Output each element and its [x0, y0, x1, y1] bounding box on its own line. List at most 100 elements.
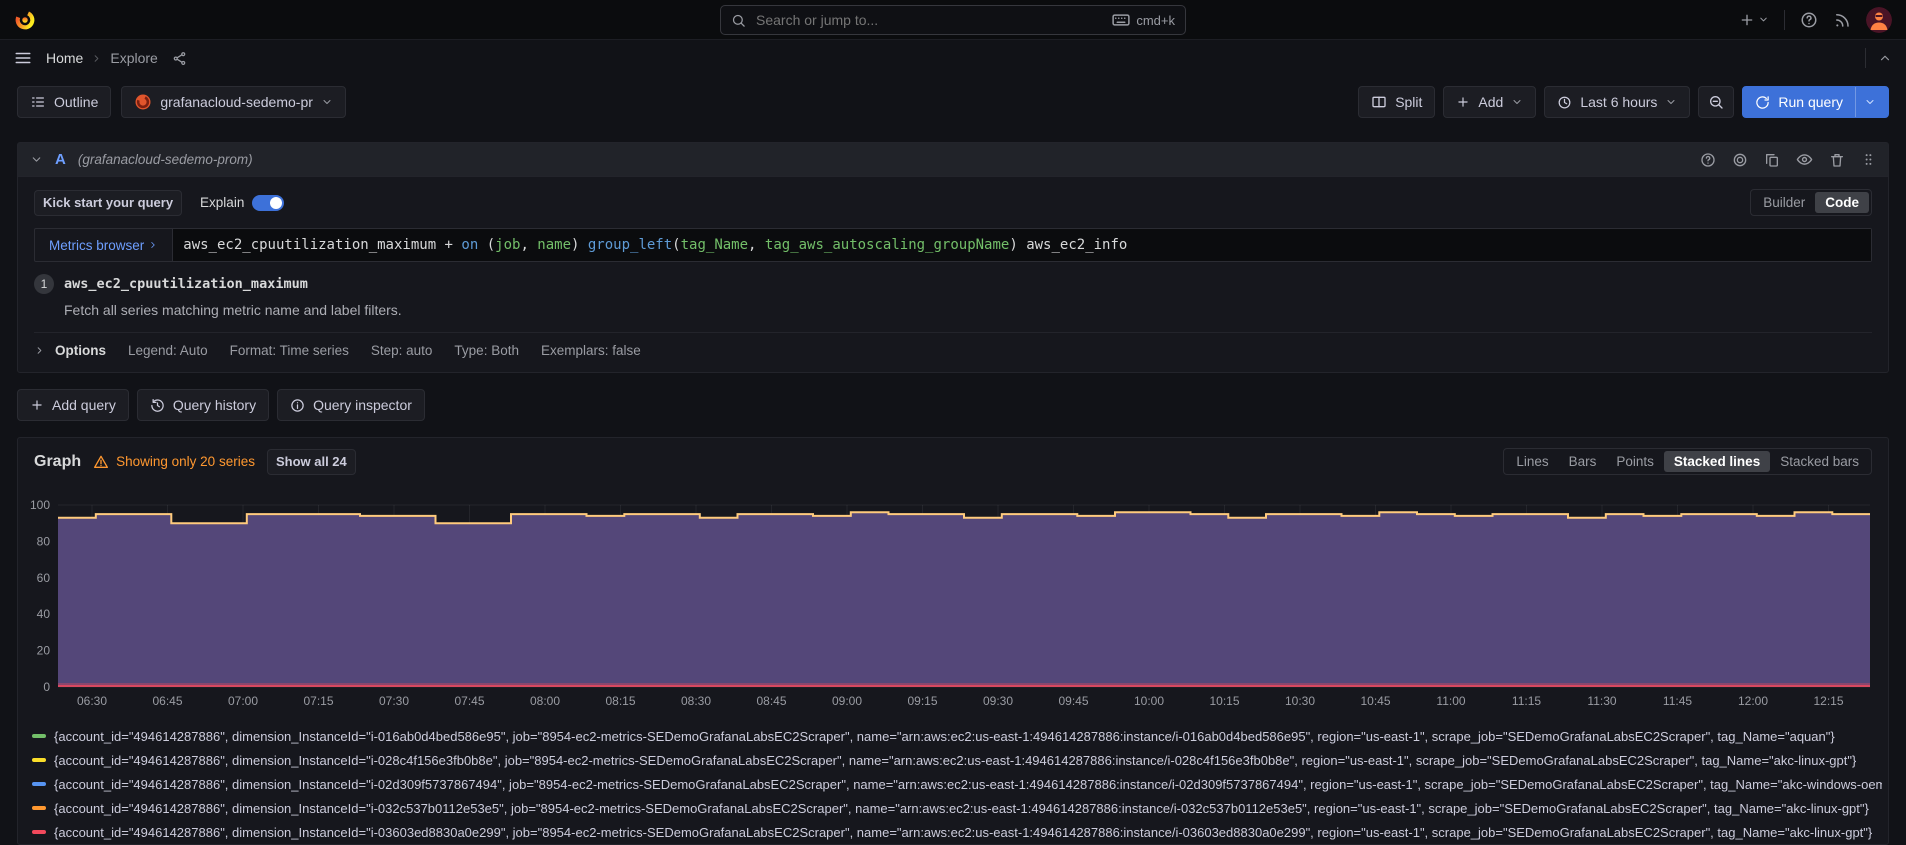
share-icon[interactable]: [172, 51, 187, 66]
collapse-chevron-icon[interactable]: [30, 153, 43, 166]
query-row-header[interactable]: A (grafanacloud-sedemo-prom): [18, 143, 1888, 177]
disable-query-icon[interactable]: [1732, 152, 1748, 168]
clock-icon: [1557, 95, 1572, 110]
graph-panel: Graph Showing only 20 series Show all 24…: [17, 437, 1889, 845]
chevron-down-icon: [1511, 96, 1523, 108]
run-query-dropdown[interactable]: [1855, 87, 1876, 117]
legend-row[interactable]: {account_id="494614287886", dimension_In…: [32, 748, 1882, 772]
x-tick-label: 12:15: [1813, 694, 1843, 708]
x-tick-label: 07:30: [379, 694, 409, 708]
x-tick-label: 08:15: [605, 694, 635, 708]
show-all-series-button[interactable]: Show all 24: [267, 449, 356, 475]
split-button[interactable]: Split: [1358, 86, 1435, 118]
x-tick-label: 09:00: [832, 694, 862, 708]
query-history-button[interactable]: Query history: [137, 389, 269, 421]
chevron-right-icon: [148, 240, 158, 250]
series-label: {account_id="494614287886", dimension_In…: [54, 777, 1882, 792]
mode-stacked-lines[interactable]: Stacked lines: [1664, 451, 1770, 472]
expression-token: (: [478, 237, 495, 253]
x-tick-label: 08:45: [756, 694, 786, 708]
run-query-button[interactable]: Run query: [1742, 86, 1889, 118]
mega-menu-icon[interactable]: [14, 49, 32, 67]
legend-row[interactable]: {account_id="494614287886", dimension_In…: [32, 820, 1882, 844]
datasource-picker[interactable]: grafanacloud-sedemo-pr: [121, 86, 346, 118]
series-label: {account_id="494614287886", dimension_In…: [54, 753, 1856, 768]
copy-icon[interactable]: [1764, 152, 1780, 168]
query-ref-id[interactable]: A: [55, 151, 66, 168]
x-tick-label: 07:45: [454, 694, 484, 708]
series-color-marker: [32, 758, 46, 762]
y-tick-label: 40: [37, 607, 51, 621]
x-tick-label: 07:00: [228, 694, 258, 708]
series-color-marker: [32, 734, 46, 738]
code-mode-option[interactable]: Code: [1815, 192, 1869, 213]
zoom-out-icon: [1708, 94, 1724, 110]
editor-mode-switch: Builder Code: [1750, 189, 1872, 216]
new-menu-button[interactable]: [1739, 12, 1769, 28]
y-tick-label: 60: [37, 571, 51, 585]
mode-points[interactable]: Points: [1606, 451, 1664, 472]
query-expression[interactable]: aws_ec2_cpuutilization_maximum + on (job…: [172, 229, 1871, 261]
chevron-up-icon[interactable]: [1878, 51, 1892, 65]
options-toggle[interactable]: Options: [34, 343, 106, 358]
series-label: {account_id="494614287886", dimension_In…: [54, 801, 1869, 816]
builder-mode-option[interactable]: Builder: [1753, 192, 1815, 213]
chevron-down-icon: [1864, 96, 1876, 108]
trash-icon[interactable]: [1829, 152, 1845, 168]
breadcrumb-home[interactable]: Home: [46, 50, 83, 66]
graph-canvas[interactable]: 02040608010006:3006:4507:0007:1507:3007:…: [24, 485, 1876, 717]
option-exemplars: Exemplars: false: [541, 343, 641, 358]
divider: [1865, 48, 1866, 68]
help-icon[interactable]: [1700, 152, 1716, 168]
x-tick-label: 08:00: [530, 694, 560, 708]
explain-label: Explain: [200, 195, 244, 210]
add-button[interactable]: Add: [1443, 86, 1536, 118]
drag-handle-icon[interactable]: [1861, 152, 1876, 167]
split-columns-icon: [1371, 94, 1387, 110]
x-tick-label: 11:00: [1436, 694, 1465, 708]
news-rss-icon[interactable]: [1833, 11, 1851, 29]
mode-stacked-bars[interactable]: Stacked bars: [1770, 451, 1869, 472]
history-icon: [150, 398, 165, 413]
zoom-out-button[interactable]: [1698, 86, 1734, 118]
outline-button[interactable]: Outline: [17, 86, 111, 118]
eye-icon[interactable]: [1796, 151, 1813, 168]
user-avatar[interactable]: [1866, 7, 1892, 33]
expression-token: tag_Name: [681, 237, 748, 253]
metrics-browser-link[interactable]: Metrics browser: [35, 229, 172, 261]
x-tick-label: 10:00: [1134, 694, 1164, 708]
help-icon[interactable]: [1800, 11, 1818, 29]
legend-row[interactable]: {account_id="494614287886", dimension_In…: [32, 796, 1882, 820]
search-input[interactable]: [754, 11, 1112, 29]
legend-row[interactable]: {account_id="494614287886", dimension_In…: [32, 772, 1882, 796]
chevron-right-icon: [34, 345, 45, 356]
stacked-area: [58, 512, 1870, 687]
explore-toolbar: Outline grafanacloud-sedemo-pr Split: [17, 86, 1889, 118]
add-query-button[interactable]: Add query: [17, 389, 129, 421]
grafana-logo-icon[interactable]: [14, 9, 36, 31]
time-range-picker[interactable]: Last 6 hours: [1544, 86, 1690, 118]
x-tick-label: 12:00: [1738, 694, 1768, 708]
expression-token: job: [495, 237, 520, 253]
breadcrumb: Home Explore: [46, 50, 187, 66]
explain-metric-name: aws_ec2_cpuutilization_maximum: [64, 276, 308, 292]
mode-bars[interactable]: Bars: [1559, 451, 1607, 472]
chevron-down-icon: [321, 96, 333, 108]
explain-toggle[interactable]: [252, 195, 284, 211]
query-explanation: 1 aws_ec2_cpuutilization_maximum Fetch a…: [34, 274, 1872, 318]
y-tick-label: 20: [37, 644, 51, 658]
query-field: Metrics browser aws_ec2_cpuutilization_m…: [34, 228, 1872, 262]
mode-lines[interactable]: Lines: [1506, 451, 1558, 472]
graph-title: Graph: [34, 453, 81, 471]
expression-token: aws_ec2_info: [1026, 237, 1127, 253]
x-tick-label: 09:15: [907, 694, 937, 708]
kick-start-button[interactable]: Kick start your query: [34, 190, 182, 216]
expression-token: (: [672, 237, 680, 253]
breadcrumb-row: Home Explore: [0, 40, 1906, 76]
option-format: Format: Time series: [230, 343, 349, 358]
query-datasource-hint: (grafanacloud-sedemo-prom): [78, 152, 253, 167]
query-inspector-button[interactable]: Query inspector: [277, 389, 425, 421]
legend-row[interactable]: {account_id="494614287886", dimension_In…: [32, 724, 1882, 748]
global-search[interactable]: cmd+k: [720, 5, 1186, 35]
x-tick-label: 07:15: [303, 694, 333, 708]
